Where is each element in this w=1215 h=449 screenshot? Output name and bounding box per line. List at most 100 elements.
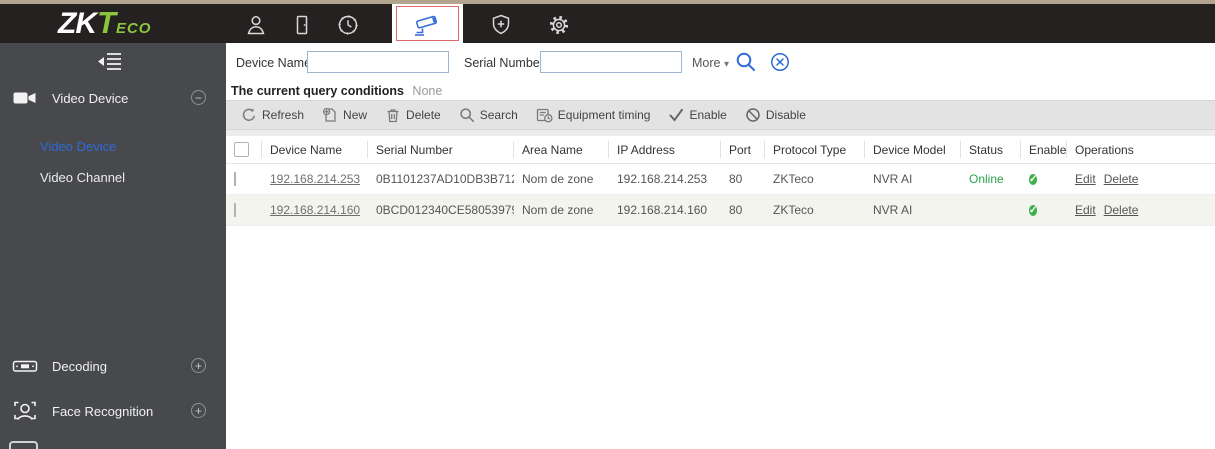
sidebar-item-video-channel[interactable]: Video Channel	[40, 164, 210, 190]
serial-number-label: Serial Number	[464, 56, 544, 70]
cell-checkbox	[226, 203, 262, 217]
nav-system[interactable]	[546, 12, 572, 38]
device-name-link[interactable]: 192.168.214.253	[270, 172, 360, 186]
nav-access[interactable]	[289, 12, 315, 38]
device-name-link[interactable]: 192.168.214.160	[270, 203, 360, 217]
select-all-checkbox[interactable]	[234, 142, 249, 157]
new-label: New	[343, 108, 367, 122]
sidebar-item-label: Video Device	[40, 139, 116, 154]
cctv-camera-icon	[413, 10, 443, 38]
equipment-timing-icon	[536, 107, 553, 123]
search-bar: Device Name Serial Number More ▾	[226, 43, 1215, 80]
expand-group-toggle-icon[interactable]: +	[191, 403, 206, 418]
more-label: More	[692, 56, 720, 70]
zkteco-logo[interactable]: ZKTECO	[58, 5, 151, 43]
equipment-timing-label: Equipment timing	[558, 108, 651, 122]
cell-enable: ✓	[1021, 202, 1067, 218]
cell-area-name: Nom de zone	[514, 203, 609, 217]
edit-link[interactable]: Edit	[1075, 203, 1096, 217]
decoder-icon	[12, 354, 38, 378]
query-conditions-label: The current query conditions	[231, 84, 404, 98]
face-scan-icon	[12, 399, 38, 423]
row-checkbox[interactable]	[234, 172, 236, 186]
device-name-input[interactable]	[307, 51, 449, 73]
cell-device-name: 192.168.214.160	[262, 203, 368, 217]
cell-ip-address: 192.168.214.160	[609, 203, 721, 217]
reset-query-button[interactable]	[770, 52, 790, 72]
sidebar-group-label: Video Device	[52, 91, 128, 106]
new-document-icon	[322, 107, 338, 123]
logo-zk: ZK	[58, 5, 96, 43]
header-enable: Enable	[1021, 141, 1067, 158]
search-icon	[735, 51, 757, 73]
table-row: 192.168.214.160 0BCD012340CE58053979 Nom…	[226, 195, 1215, 226]
sidebar-item-label: Video Channel	[40, 170, 125, 185]
nav-video-active-tab[interactable]	[392, 4, 463, 43]
delete-link[interactable]: Delete	[1104, 172, 1139, 186]
header-serial-number: Serial Number	[368, 141, 514, 158]
header-ip-address: IP Address	[609, 141, 721, 158]
main-content: Device Name Serial Number More ▾ The cur…	[226, 43, 1215, 449]
cell-ip-address: 192.168.214.253	[609, 172, 721, 186]
header-status: Status	[961, 141, 1021, 158]
header-port: Port	[721, 141, 765, 158]
delete-link[interactable]: Delete	[1104, 203, 1139, 217]
video-camera-icon	[12, 86, 38, 110]
edit-link[interactable]: Edit	[1075, 172, 1096, 186]
partial-bottom-icon	[9, 441, 38, 449]
chevron-down-icon: ▾	[724, 59, 729, 70]
enabled-check-icon: ✓	[1029, 174, 1037, 185]
topbar: ZKTECO	[0, 4, 1215, 43]
nav-security[interactable]	[488, 12, 514, 38]
nav-attendance[interactable]	[335, 12, 361, 38]
search-label: Search	[480, 108, 518, 122]
circle-slash-icon	[745, 107, 761, 123]
search-button[interactable]: Search	[450, 100, 527, 130]
device-table: Device Name Serial Number Area Name IP A…	[226, 130, 1215, 226]
cell-serial-number: 0BCD012340CE58053979	[368, 203, 514, 217]
new-button[interactable]: New	[313, 100, 376, 130]
equipment-timing-button[interactable]: Equipment timing	[527, 100, 660, 130]
collapse-menu-icon	[95, 50, 125, 72]
cell-device-model: NVR AI	[865, 203, 961, 217]
more-dropdown[interactable]: More ▾	[692, 56, 729, 70]
enabled-check-icon: ✓	[1029, 205, 1037, 216]
disable-button[interactable]: Disable	[736, 100, 815, 130]
header-device-model: Device Model	[865, 141, 961, 158]
cell-protocol-type: ZKTeco	[765, 203, 865, 217]
door-icon	[290, 13, 314, 37]
collapse-group-toggle-icon[interactable]: −	[191, 90, 206, 105]
gear-icon	[547, 13, 571, 37]
action-toolbar: Refresh New Delete	[226, 100, 1215, 130]
cell-port: 80	[721, 203, 765, 217]
sidebar: Video Device − Video Device Video Channe…	[0, 43, 226, 449]
serial-number-input[interactable]	[540, 51, 682, 73]
refresh-label: Refresh	[262, 108, 304, 122]
cell-serial-number: 0B1101237AD10DB3B712	[368, 172, 514, 186]
sidebar-group-video-device[interactable]: Video Device −	[0, 81, 226, 115]
enable-button[interactable]: Enable	[659, 100, 735, 130]
header-checkbox-cell	[226, 141, 262, 158]
sidebar-group-label: Decoding	[52, 359, 107, 374]
enable-label: Enable	[689, 108, 726, 122]
nav-personnel[interactable]	[243, 12, 269, 38]
sidebar-group-decoding[interactable]: Decoding +	[0, 349, 226, 383]
sidebar-item-video-device[interactable]: Video Device	[40, 133, 210, 159]
delete-button[interactable]: Delete	[376, 100, 450, 130]
disable-label: Disable	[766, 108, 806, 122]
header-protocol-type: Protocol Type	[765, 141, 865, 158]
refresh-button[interactable]: Refresh	[232, 100, 313, 130]
search-submit-button[interactable]	[735, 51, 757, 73]
expand-group-toggle-icon[interactable]: +	[191, 358, 206, 373]
checkmark-icon	[668, 107, 684, 123]
query-conditions-value: None	[412, 84, 442, 98]
cell-port: 80	[721, 172, 765, 186]
query-conditions: The current query conditions None	[231, 84, 442, 98]
circle-x-icon	[770, 52, 790, 72]
row-checkbox[interactable]	[234, 203, 236, 217]
table-row: 192.168.214.253 0B1101237AD10DB3B712 Nom…	[226, 164, 1215, 195]
cell-protocol-type: ZKTeco	[765, 172, 865, 186]
sidebar-collapse-button[interactable]	[95, 50, 125, 72]
logo-t: T	[97, 5, 116, 41]
sidebar-group-face-recognition[interactable]: Face Recognition +	[0, 394, 226, 428]
